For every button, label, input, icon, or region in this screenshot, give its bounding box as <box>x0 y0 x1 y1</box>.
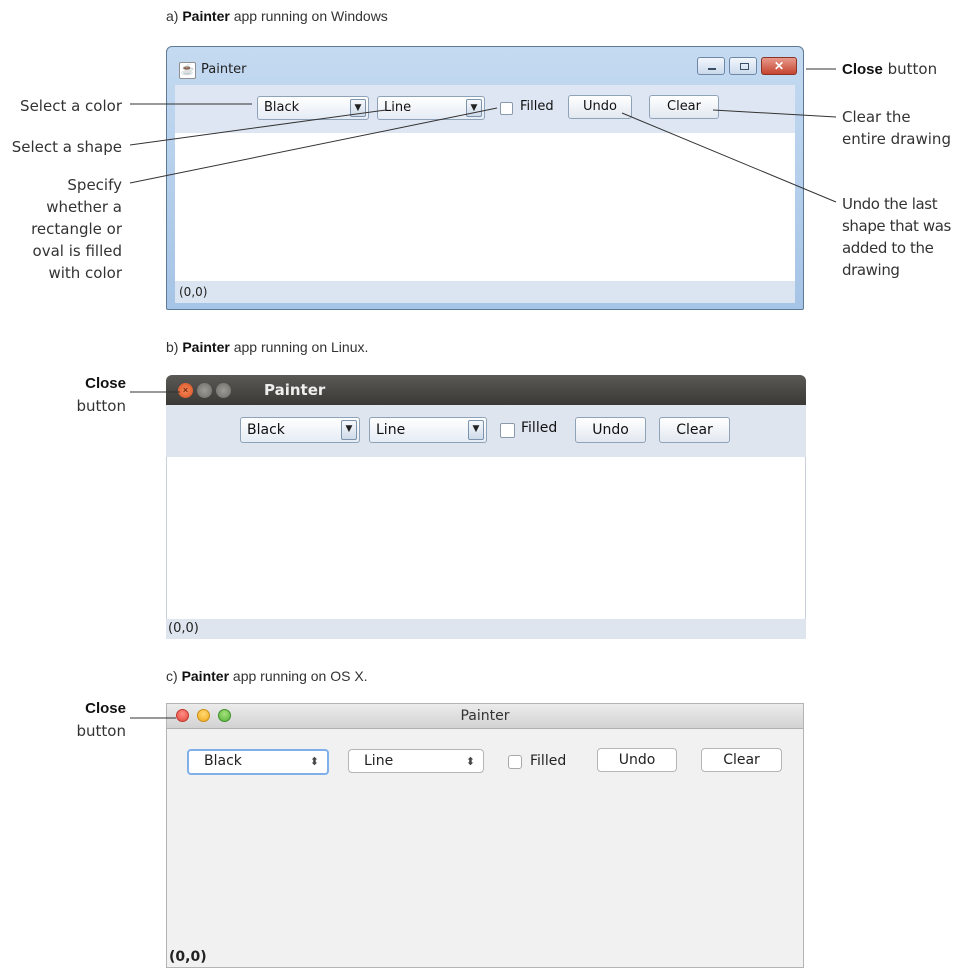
drawing-canvas[interactable] <box>166 457 806 619</box>
triangle-down-icon[interactable]: ▼ <box>466 99 482 117</box>
caption-a-label: a) <box>166 8 179 24</box>
annotation-undo: Undo the last shape that was added to th… <box>842 193 951 281</box>
annotation-bold: Close <box>85 375 126 392</box>
triangle-down-icon[interactable]: ▼ <box>350 99 366 117</box>
drawing-canvas[interactable] <box>175 133 795 281</box>
caption-c-label: c) <box>166 668 178 684</box>
osx-window: Painter Black ⬍ Line ⬍ Filled Undo Clear… <box>166 703 804 968</box>
annotation-line: drawing <box>842 261 900 279</box>
filled-checkbox[interactable] <box>508 755 522 769</box>
filled-checkbox[interactable] <box>500 423 515 438</box>
minimize-button[interactable] <box>197 383 212 398</box>
undo-button[interactable]: Undo <box>568 95 632 119</box>
annotation-line: Clear the <box>842 108 911 126</box>
title-bar: Painter <box>167 704 803 729</box>
caption-c: c) Painter app running on OS X. <box>166 668 368 684</box>
caption-b-app: Painter <box>182 339 230 355</box>
color-dropdown-value: Black <box>204 753 242 769</box>
annotation-line: shape that was <box>842 217 951 235</box>
close-button[interactable]: × <box>178 383 193 398</box>
annotation-line: Undo the last <box>842 195 938 213</box>
close-icon: ✕ <box>773 59 785 73</box>
caption-b-label: b) <box>166 339 179 355</box>
color-dropdown[interactable]: Black ▼ <box>257 96 369 120</box>
undo-button[interactable]: Undo <box>597 748 677 772</box>
annotation-line: added to the <box>842 239 934 257</box>
shape-dropdown[interactable]: Line ▼ <box>377 96 485 120</box>
clear-button[interactable]: Clear <box>659 417 730 443</box>
caption-a-app: Painter <box>182 8 230 24</box>
up-down-arrows-icon: ⬍ <box>309 755 319 768</box>
annotation-line: rectangle or <box>31 220 122 238</box>
caption-a: a) Painter app running on Windows <box>166 8 388 24</box>
java-cup-icon: ☕ <box>179 62 196 79</box>
close-icon: × <box>182 385 189 395</box>
triangle-down-icon[interactable]: ▼ <box>341 420 357 440</box>
annotation-clear: Clear the entire drawing <box>842 106 951 150</box>
color-dropdown[interactable]: Black ▼ <box>240 417 360 443</box>
caption-a-text: app running on Windows <box>233 8 388 24</box>
color-dropdown-value: Black <box>247 422 285 438</box>
linux-window: × Painter Black ▼ Line ▼ Filled Undo Cle… <box>166 375 806 639</box>
window-title: Painter <box>201 62 247 77</box>
shape-dropdown-value: Line <box>384 100 412 115</box>
shape-dropdown[interactable]: Line ⬍ <box>348 749 484 773</box>
color-dropdown-value: Black <box>264 100 300 115</box>
caption-c-app: Painter <box>181 668 230 684</box>
windows-window: ☕ Painter ✕ Black ▼ Line ▼ Filled Undo C… <box>166 46 804 310</box>
caption-c-text: app running on OS X. <box>232 668 368 684</box>
annotation-line: entire drawing <box>842 130 951 148</box>
annotation-close-windows: Close button <box>842 58 937 81</box>
toolbar: Black ▼ Line ▼ Filled Undo Clear <box>175 85 795 133</box>
shape-dropdown[interactable]: Line ▼ <box>369 417 487 443</box>
filled-label: Filled <box>521 420 558 436</box>
annotation-specify-filled: Specify whether a rectangle or oval is f… <box>0 174 122 284</box>
status-bar: (0,0) <box>166 619 806 639</box>
filled-checkbox[interactable] <box>500 102 513 115</box>
annotation-bold: Close <box>842 61 883 78</box>
status-bar: (0,0) <box>169 949 207 965</box>
toolbar: Black ▼ Line ▼ Filled Undo Clear <box>166 405 806 457</box>
title-bar: × Painter <box>166 375 806 405</box>
up-down-arrows-icon: ⬍ <box>465 755 475 768</box>
annotation-line: with color <box>48 264 122 282</box>
filled-label: Filled <box>520 99 554 114</box>
maximize-button[interactable] <box>216 383 231 398</box>
clear-button[interactable]: Clear <box>649 95 719 119</box>
undo-button[interactable]: Undo <box>575 417 646 443</box>
annotation-close-osx: Close button <box>40 697 126 742</box>
annotation-line: Specify <box>67 176 122 194</box>
shape-dropdown-value: Line <box>376 422 406 438</box>
annotation-select-color: Select a color <box>20 97 122 115</box>
triangle-down-icon[interactable]: ▼ <box>468 420 484 440</box>
annotation-close-linux: Close button <box>40 372 126 417</box>
shape-dropdown-value: Line <box>364 753 394 769</box>
color-dropdown[interactable]: Black ⬍ <box>187 749 329 775</box>
status-bar: (0,0) <box>175 281 795 303</box>
window-title: Painter <box>264 381 326 399</box>
annotation-text: button <box>887 60 938 78</box>
annotation-line: oval is filled <box>32 242 122 260</box>
minimize-button[interactable] <box>697 57 725 75</box>
maximize-button[interactable] <box>729 57 757 75</box>
annotation-line: whether a <box>46 198 122 216</box>
annotation-select-shape: Select a shape <box>11 138 122 156</box>
close-button[interactable]: ✕ <box>761 57 797 75</box>
caption-b: b) Painter app running on Linux. <box>166 339 368 355</box>
filled-label: Filled <box>530 753 567 769</box>
annotation-text: button <box>76 397 126 415</box>
annotation-text: button <box>76 722 126 740</box>
window-caption-buttons: ✕ <box>693 57 797 75</box>
annotation-bold: Close <box>85 700 126 717</box>
caption-b-text: app running on Linux. <box>233 339 369 355</box>
window-title: Painter <box>460 708 510 724</box>
clear-button[interactable]: Clear <box>701 748 782 772</box>
painter-panel: Black ▼ Line ▼ Filled Undo Clear (0,0) <box>175 85 795 303</box>
